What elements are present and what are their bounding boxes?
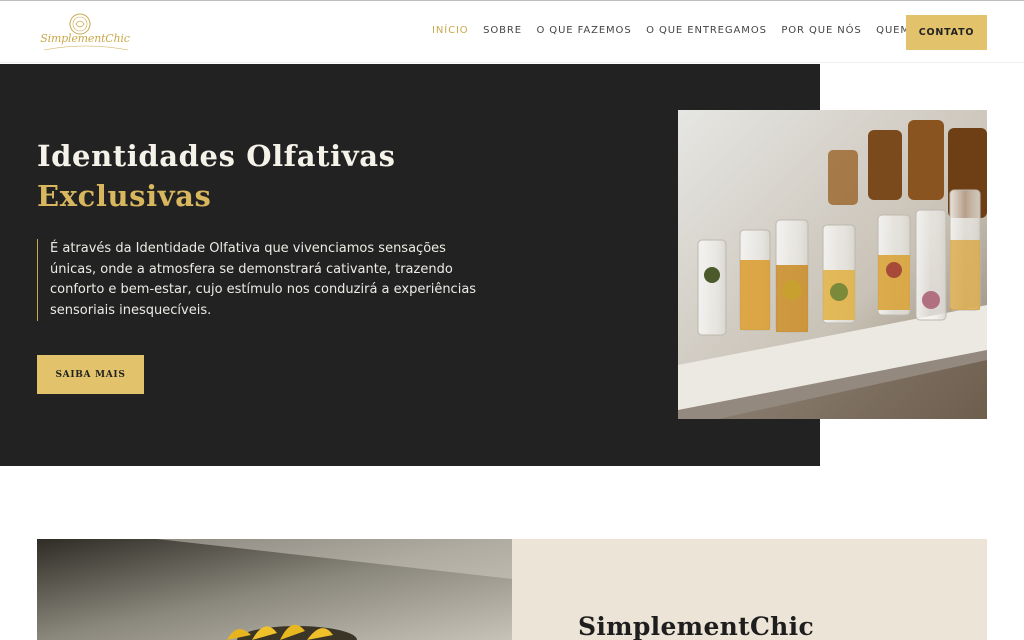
hero-image xyxy=(678,110,987,419)
sunflower-image xyxy=(37,539,512,640)
contact-button[interactable]: CONTATO xyxy=(906,15,987,50)
hero-title-line2: Exclusivas xyxy=(37,179,212,213)
nav-item-por-que-nos[interactable]: POR QUE NÓS xyxy=(781,25,861,36)
nav-item-o-que-entregamos[interactable]: O QUE ENTREGAMOS xyxy=(646,25,767,36)
main-nav: INÍCIO SOBRE O QUE FAZEMOS O QUE ENTREGA… xyxy=(432,25,970,36)
about-title: SimplementChic xyxy=(578,612,814,640)
logo-text: SimplementChic xyxy=(40,32,130,45)
nav-item-sobre[interactable]: SOBRE xyxy=(483,25,522,36)
hero-title: Identidades Olfativas Exclusivas xyxy=(37,136,396,216)
nav-item-o-que-fazemos[interactable]: O QUE FAZEMOS xyxy=(536,25,631,36)
nav-item-inicio[interactable]: INÍCIO xyxy=(432,25,469,36)
hero-title-line1: Identidades Olfativas xyxy=(37,139,396,173)
sunflower-image-icon xyxy=(37,539,512,640)
hero-description: É através da Identidade Olfativa que viv… xyxy=(37,239,477,321)
saiba-mais-button[interactable]: SAIBA MAIS xyxy=(37,355,144,394)
perfume-vials-image-icon xyxy=(678,110,987,419)
logo[interactable]: SimplementChic xyxy=(36,12,134,54)
site-header: SimplementChic INÍCIO SOBRE O QUE FAZEMO… xyxy=(0,0,1024,63)
